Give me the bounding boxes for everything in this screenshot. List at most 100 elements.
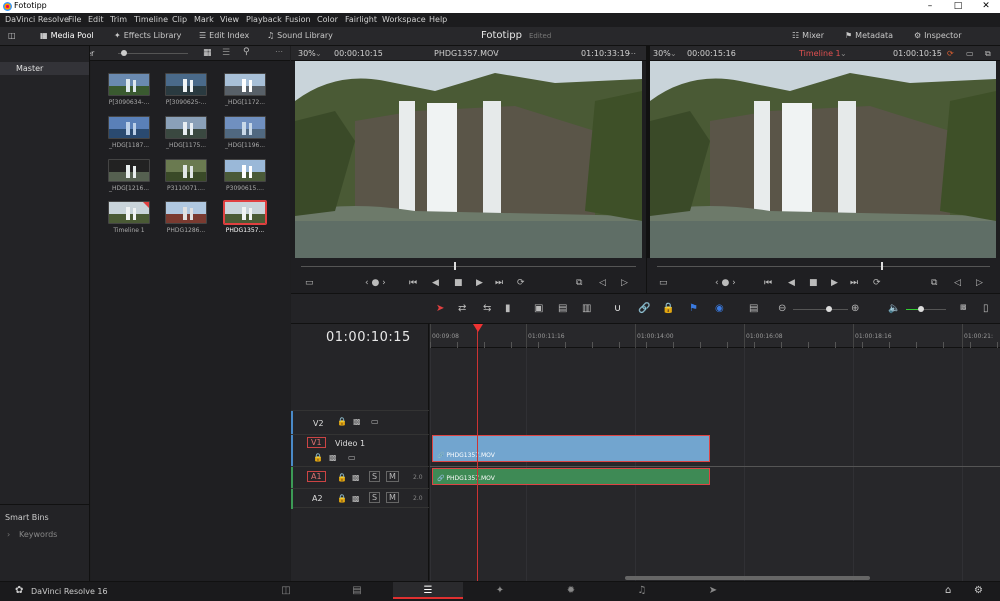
link-icon[interactable]: 🔗 bbox=[638, 303, 650, 314]
menu-fairlight[interactable]: Fairlight bbox=[345, 15, 377, 24]
viewer-options-icon[interactable]: ▭ bbox=[305, 278, 314, 288]
insert-clip-icon[interactable]: ▣ bbox=[534, 303, 543, 314]
more-options-icon[interactable]: ⋯ bbox=[275, 47, 283, 56]
mute-button[interactable]: M bbox=[386, 471, 399, 482]
menu-workspace[interactable]: Workspace bbox=[382, 15, 426, 24]
mute-button[interactable]: M bbox=[386, 492, 399, 503]
effects-library-button[interactable]: ✦ Effects Library bbox=[114, 31, 181, 40]
replace-clip-icon[interactable]: ▥ bbox=[582, 303, 591, 314]
track-v1-title[interactable]: Video 1 bbox=[335, 439, 365, 448]
track-visibility-icon[interactable]: ▭ bbox=[371, 417, 379, 426]
lock-icon[interactable]: 🔒 bbox=[662, 303, 674, 314]
timeline-name[interactable]: Timeline 1 bbox=[799, 49, 841, 58]
mark-in-icon[interactable]: ◁ bbox=[954, 278, 961, 288]
playhead-handle[interactable] bbox=[473, 324, 483, 332]
media-clip[interactable]: PHDG1357... bbox=[218, 200, 272, 234]
source-viewer[interactable] bbox=[295, 61, 642, 258]
dim-icon[interactable]: ▩ bbox=[960, 303, 967, 311]
media-clip[interactable]: _HDG[1172... bbox=[218, 73, 272, 106]
solo-button[interactable]: S bbox=[369, 492, 381, 503]
source-scrub-bar[interactable] bbox=[301, 266, 636, 267]
menu-davinci[interactable]: DaVinci Resolve bbox=[5, 15, 69, 24]
menu-clip[interactable]: Clip bbox=[172, 15, 187, 24]
timeline-audio-clip[interactable]: 🔗 PHDG1357.MOV bbox=[432, 468, 710, 485]
thumbnail-size-handle[interactable] bbox=[121, 50, 127, 56]
more-options-icon[interactable]: ⋯ bbox=[934, 49, 942, 58]
media-clip[interactable]: _HDG[1187... bbox=[102, 116, 156, 149]
mark-out-icon[interactable]: ▷ bbox=[621, 278, 628, 288]
zoom-in-icon[interactable]: ⊕ bbox=[851, 303, 859, 314]
menu-mark[interactable]: Mark bbox=[194, 15, 214, 24]
media-clip[interactable]: _HDG[1196... bbox=[218, 116, 272, 149]
list-view-icon[interactable]: ☰ bbox=[222, 48, 230, 58]
media-clip[interactable]: P3110071.... bbox=[159, 159, 213, 192]
media-pool-button[interactable]: ▦ Media Pool bbox=[40, 31, 94, 40]
lock-icon[interactable]: 🔒 bbox=[337, 473, 347, 482]
stop-icon[interactable]: ■ bbox=[454, 278, 463, 288]
play-icon[interactable]: ▶ bbox=[476, 278, 483, 288]
timeline-tracks[interactable] bbox=[430, 348, 1000, 581]
solo-button[interactable]: S bbox=[369, 471, 381, 482]
loop-icon[interactable]: ⟳ bbox=[873, 278, 881, 288]
source-playhead[interactable] bbox=[454, 262, 456, 270]
settings-gear-icon[interactable]: ⚙ bbox=[974, 585, 983, 596]
jog-control[interactable]: ‹ ● › bbox=[715, 278, 736, 288]
deliver-page-icon[interactable]: ➤ bbox=[678, 585, 748, 596]
blade-tool-icon[interactable]: ▮ bbox=[505, 303, 511, 314]
trim-tool-icon[interactable]: ⇄ bbox=[458, 303, 466, 314]
snapping-icon[interactable]: ∪ bbox=[614, 303, 621, 314]
media-clip[interactable]: P3090615.... bbox=[218, 159, 272, 192]
viewer-options-icon[interactable]: ▭ bbox=[659, 278, 668, 288]
thumbnail-size-slider[interactable] bbox=[118, 53, 188, 54]
close-icon[interactable]: ✕ bbox=[972, 0, 1000, 13]
menu-color[interactable]: Color bbox=[317, 15, 338, 24]
timeline-ruler[interactable]: 00:09:08 01:00:11:16 01:00:14:00 01:00:16:0… bbox=[430, 324, 1000, 348]
media-page-icon[interactable]: ◫ bbox=[251, 585, 321, 596]
metadata-button[interactable]: ⚑ Metadata bbox=[845, 31, 893, 40]
auto-select-icon[interactable]: ▩ bbox=[329, 453, 337, 462]
media-clip[interactable]: P[3090625-... bbox=[159, 73, 213, 106]
viewer-mode-icon[interactable]: ▭ bbox=[966, 49, 974, 58]
play-icon[interactable]: ▶ bbox=[831, 278, 838, 288]
menu-timeline[interactable]: Timeline bbox=[134, 15, 168, 24]
skip-start-icon[interactable]: ⏮ bbox=[764, 278, 772, 288]
skip-end-icon[interactable]: ⏭ bbox=[495, 278, 503, 288]
timeline-timecode-display[interactable]: 01:00:10:15 bbox=[326, 330, 411, 345]
minimize-icon[interactable]: – bbox=[916, 0, 944, 13]
mark-out-icon[interactable]: ▷ bbox=[976, 278, 983, 288]
media-clip[interactable]: P[3090634-... bbox=[102, 73, 156, 106]
more-options-icon[interactable]: ⋯ bbox=[628, 49, 636, 58]
track-visibility-icon[interactable]: ▭ bbox=[348, 453, 356, 462]
auto-select-icon[interactable]: ▩ bbox=[353, 417, 361, 426]
home-icon[interactable]: ⌂ bbox=[945, 585, 951, 596]
match-frame-icon[interactable]: ⧉ bbox=[576, 278, 582, 288]
timeline-playhead[interactable] bbox=[477, 324, 478, 581]
source-zoom[interactable]: 30% bbox=[298, 49, 316, 58]
bin-item-master[interactable]: Master bbox=[0, 62, 89, 75]
edit-page-icon[interactable]: ☰ bbox=[393, 582, 463, 599]
chevron-down-icon[interactable]: ⌄ bbox=[315, 49, 322, 58]
selection-tool-icon[interactable]: ➤ bbox=[436, 303, 444, 314]
menu-file[interactable]: File bbox=[68, 15, 81, 24]
skip-end-icon[interactable]: ⏭ bbox=[850, 278, 858, 288]
media-clip[interactable]: Timeline 1 bbox=[102, 201, 156, 234]
workspace-toggle-icon[interactable]: ◫ bbox=[8, 31, 16, 40]
lock-icon[interactable]: 🔒 bbox=[337, 417, 347, 426]
match-frame-icon[interactable]: ⧉ bbox=[931, 278, 937, 288]
maximize-icon[interactable]: □ bbox=[944, 0, 972, 13]
lock-icon[interactable]: 🔒 bbox=[337, 494, 347, 503]
menu-playback[interactable]: Playback bbox=[246, 15, 282, 24]
menu-view[interactable]: View bbox=[220, 15, 239, 24]
volume-slider-handle[interactable] bbox=[918, 306, 924, 312]
chevron-down-icon[interactable]: ⌄ bbox=[670, 49, 677, 58]
skip-start-icon[interactable]: ⏮ bbox=[409, 278, 417, 288]
auto-select-icon[interactable]: ▩ bbox=[352, 494, 360, 503]
cut-page-icon[interactable]: ▤ bbox=[322, 585, 392, 596]
auto-select-icon[interactable]: ▩ bbox=[352, 473, 360, 482]
grid-view-icon[interactable]: ▦ bbox=[203, 48, 212, 58]
mark-in-icon[interactable]: ◁ bbox=[599, 278, 606, 288]
edit-index-button[interactable]: ☰ Edit Index bbox=[199, 31, 249, 40]
fairlight-page-icon[interactable]: ♫ bbox=[607, 585, 677, 596]
search-icon[interactable]: ⚲ bbox=[243, 47, 250, 57]
media-clip[interactable]: PHDG1286... bbox=[159, 201, 213, 234]
